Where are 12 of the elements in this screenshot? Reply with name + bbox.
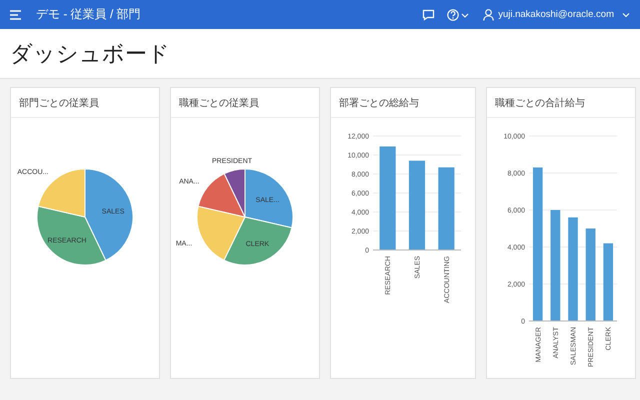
app-title[interactable]: デモ - 従業員 / 部門 <box>36 6 141 23</box>
user-icon[interactable] <box>483 8 494 20</box>
menu-icon[interactable] <box>10 10 22 20</box>
card-title: 職種ごとの従業員 <box>179 96 259 110</box>
page-title: ダッシュボード <box>10 40 170 68</box>
card-title: 職種ごとの合計給与 <box>495 96 585 110</box>
caret-icon[interactable] <box>622 12 630 18</box>
card-title: 部署ごとの総給与 <box>339 96 419 110</box>
chat-icon[interactable] <box>422 8 436 20</box>
user-menu[interactable]: yuji.nakakoshi@oracle.com <box>498 9 614 20</box>
card-title: 部門ごとの従業員 <box>19 96 99 110</box>
help-icon[interactable] <box>447 8 470 20</box>
